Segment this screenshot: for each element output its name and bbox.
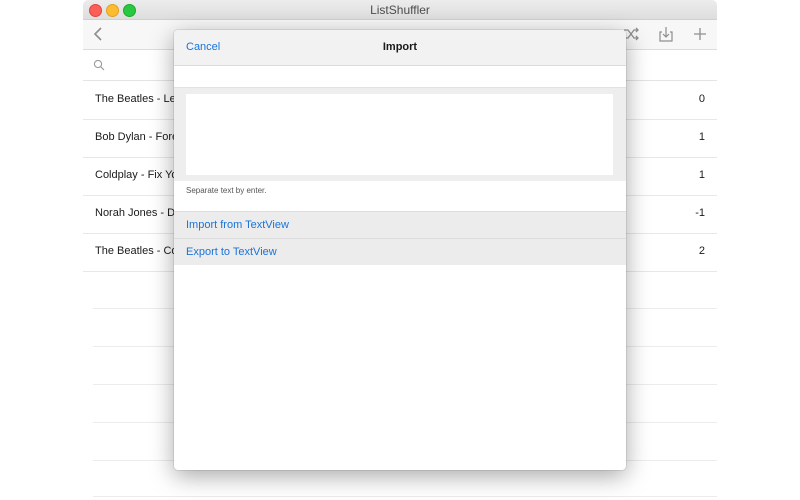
search-icon bbox=[93, 58, 105, 76]
row-separator bbox=[93, 496, 717, 497]
list-item-count: 0 bbox=[698, 93, 705, 105]
list-item-count: 1 bbox=[698, 131, 705, 143]
export-to-textview-button[interactable]: Export to TextView bbox=[174, 238, 626, 265]
list-item-title: The Beatles - Le bbox=[95, 93, 176, 105]
import-from-textview-label: Import from TextView bbox=[186, 219, 289, 231]
window-title: ListShuffler bbox=[370, 3, 430, 17]
sheet-title: Import bbox=[382, 41, 418, 53]
list-item-title: Coldplay - Fix Yo bbox=[95, 169, 178, 181]
export-to-textview-label: Export to TextView bbox=[186, 246, 277, 258]
share-icon[interactable] bbox=[656, 25, 676, 43]
title-bar: ListShuffler bbox=[83, 0, 717, 20]
import-textview[interactable] bbox=[186, 94, 613, 175]
textview-section bbox=[174, 88, 626, 181]
list-item-count: 2 bbox=[698, 245, 705, 257]
back-icon[interactable] bbox=[89, 25, 109, 43]
import-sheet: Cancel Import Separate text by enter. Im… bbox=[174, 30, 626, 470]
list-item-title: The Beatles - Co bbox=[95, 245, 178, 257]
add-icon[interactable] bbox=[690, 25, 710, 43]
list-item-count: 1 bbox=[698, 169, 705, 181]
textview-hint: Separate text by enter. bbox=[186, 186, 267, 195]
list-item-count: -1 bbox=[695, 207, 705, 219]
list-item-title: Norah Jones - D bbox=[95, 207, 176, 219]
sheet-header: Cancel Import bbox=[174, 30, 626, 66]
section-spacer bbox=[174, 66, 626, 88]
list-item-title: Bob Dylan - Fore bbox=[95, 131, 179, 143]
import-from-textview-button[interactable]: Import from TextView bbox=[174, 211, 626, 238]
